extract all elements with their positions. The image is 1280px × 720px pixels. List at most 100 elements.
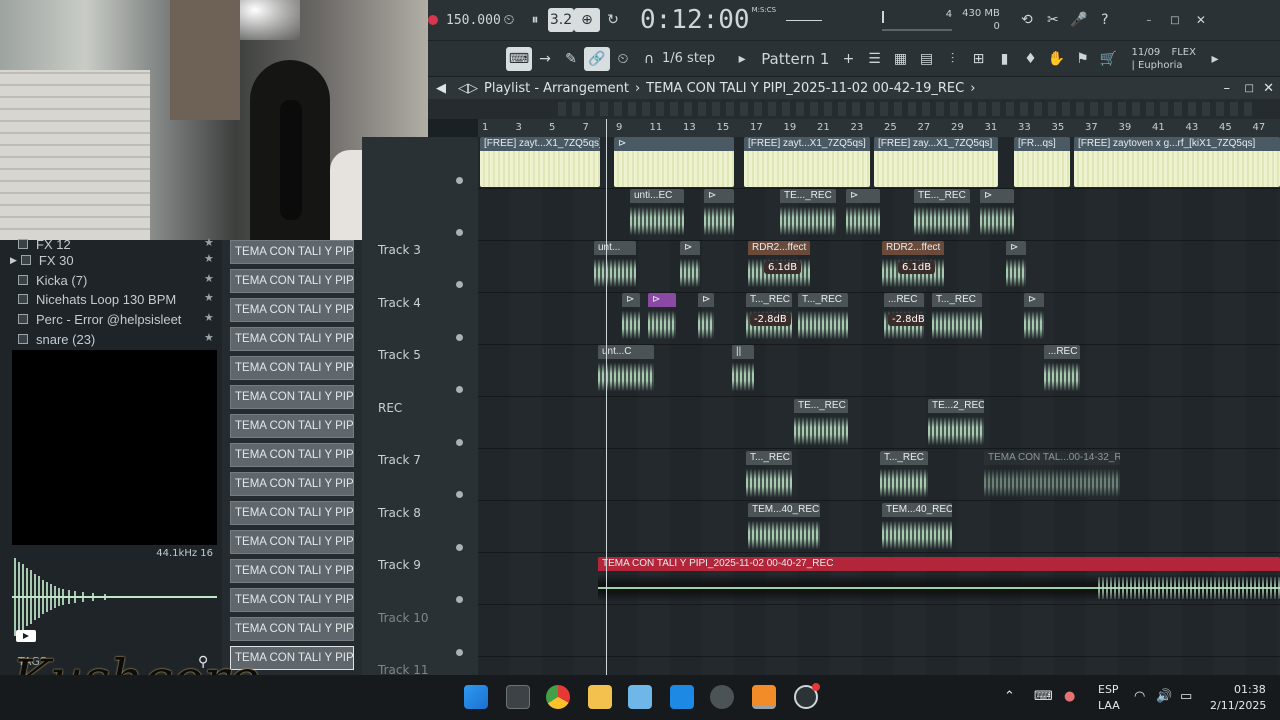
undo-icon[interactable]: ⟲ bbox=[1014, 8, 1040, 32]
blend-notes-icon[interactable]: ⊕ bbox=[574, 8, 600, 32]
track-label[interactable]: Track 3 bbox=[378, 243, 421, 257]
track-row-10[interactable] bbox=[478, 605, 1280, 657]
play-arrow-icon[interactable]: ▸ bbox=[729, 47, 755, 71]
picker-clip-item[interactable]: TEMA CON TALI Y PIPI_20... bbox=[230, 530, 354, 554]
picker-clip-item[interactable]: TEMA CON TALI Y PIPI_20... bbox=[230, 385, 354, 409]
clip[interactable]: [FREE] zaytoven x g...rf_[kiX1_7ZQ5qs] bbox=[1074, 137, 1280, 187]
clip[interactable]: T..._REC bbox=[932, 293, 982, 343]
track-label[interactable]: Track 10 bbox=[378, 611, 428, 625]
track-enable-led[interactable] bbox=[456, 648, 463, 656]
clip[interactable]: ⊳ bbox=[680, 241, 700, 291]
clip[interactable]: [FREE] zay...X1_7ZQ5qs] bbox=[874, 137, 998, 187]
tempo-display[interactable]: 150.000 bbox=[446, 13, 501, 28]
link-icon[interactable]: 🔗 bbox=[584, 46, 610, 71]
arrangement-name[interactable]: TEMA CON TALI Y PIPI_2025-11-02 00-42-19… bbox=[646, 81, 964, 96]
picker-clip-item[interactable]: TEMA CON TALI Y PIPI_20... bbox=[230, 443, 354, 467]
track-row-5[interactable]: unt...C || ...REC bbox=[478, 345, 1280, 397]
timeline-ruler[interactable]: 1 3 5 7 9 11 13 15 17 19 21 23 25 27 29 31 33 35 37 39 41 43 4… bbox=[478, 119, 1280, 137]
task-view-icon[interactable] bbox=[506, 685, 530, 709]
windows-start-icon[interactable] bbox=[464, 685, 488, 709]
track-row-9[interactable]: TEMA CON TALI Y PIPI_2025-11-02 00-40-27… bbox=[478, 553, 1280, 605]
browser-folder[interactable]: snare (23) bbox=[18, 329, 95, 349]
picker-clip-item[interactable]: TEMA CON TALI Y PIPI_20... bbox=[230, 414, 354, 438]
picker-clip-item[interactable]: TEMA CON TALI Y PIPI_20... bbox=[230, 269, 354, 293]
keyboard-icon[interactable]: ⌨ bbox=[1034, 689, 1053, 704]
track-label[interactable]: Track 8 bbox=[378, 506, 421, 520]
microphone-tray-icon[interactable]: ● bbox=[1064, 689, 1075, 704]
battery-icon[interactable]: ▭ bbox=[1180, 689, 1192, 704]
microphone-icon[interactable]: 🎤 bbox=[1066, 8, 1092, 32]
notepad-icon[interactable] bbox=[670, 685, 694, 709]
track-row-4[interactable]: ⊳ ⊳ ⊳ T..._REC -2.8dB T..._REC ...REC -2.8… bbox=[478, 293, 1280, 345]
star-icon[interactable]: ★ bbox=[204, 272, 214, 285]
clip[interactable]: RDR2...ffect 6.1dB bbox=[748, 241, 810, 291]
loop-record-icon[interactable]: ↻ bbox=[600, 8, 626, 32]
language-indicator[interactable]: ESP bbox=[1098, 683, 1119, 696]
clock-date[interactable]: 2/11/2025 bbox=[1210, 699, 1266, 712]
chevron-up-icon[interactable]: ⌃ bbox=[1004, 689, 1015, 704]
star-icon[interactable]: ★ bbox=[204, 311, 214, 324]
track-enable-led[interactable] bbox=[456, 438, 463, 446]
record-button[interactable] bbox=[428, 15, 438, 25]
track-enable-led[interactable] bbox=[456, 333, 463, 341]
playlist-icon[interactable]: ☰ bbox=[861, 47, 887, 71]
wifi-icon[interactable]: ◠ bbox=[1134, 689, 1145, 704]
clip[interactable]: ⊳ bbox=[704, 189, 734, 239]
channel-rack-icon[interactable]: ▤ bbox=[913, 47, 939, 71]
piano-roll-icon[interactable]: ▦ bbox=[887, 47, 913, 71]
picker-clip-item[interactable]: TEMA CON TALI Y PIPI_20... bbox=[230, 356, 354, 380]
track-label[interactable]: REC bbox=[378, 401, 402, 415]
playhead[interactable] bbox=[606, 119, 607, 675]
track-enable-led[interactable] bbox=[456, 491, 463, 498]
track-row-3[interactable]: unt... ⊳ RDR2...ffect 6.1dB RDR2...ffect 6… bbox=[478, 241, 1280, 293]
clip[interactable]: TE...2_REC bbox=[928, 399, 984, 449]
playlist-grid[interactable]: [FREE] zayt...X1_7ZQ5qs] ⊳ [FREE] zayt..… bbox=[478, 137, 1280, 675]
browser-icon[interactable]: ⊞ bbox=[965, 47, 991, 71]
clip[interactable]: [FR...qs] bbox=[1014, 137, 1070, 187]
wait-input-icon[interactable]: ⏸ bbox=[522, 8, 548, 32]
hint-icon[interactable]: ⚑ bbox=[1069, 47, 1095, 71]
picker-clip-item[interactable]: TEMA CON TALI Y PIPI_20... bbox=[230, 240, 354, 264]
clip[interactable]: TEM...40_REC bbox=[748, 503, 820, 553]
clip[interactable]: unt... bbox=[594, 241, 636, 291]
minimize-icon[interactable]: – bbox=[1224, 81, 1231, 96]
browser-folder[interactable]: Nicehats Loop 130 BPM bbox=[18, 289, 176, 309]
draw-icon[interactable]: ✎ bbox=[558, 47, 584, 71]
song-time[interactable]: 0:12:00 bbox=[640, 5, 750, 35]
help-icon[interactable]: ? bbox=[1092, 8, 1118, 32]
track-label[interactable]: Track 5 bbox=[378, 348, 421, 362]
snap-selector[interactable]: 1/6 step bbox=[662, 51, 715, 66]
close-icon[interactable]: ✕ bbox=[1188, 8, 1214, 32]
clip[interactable]: [FREE] zayt...X1_7ZQ5qs] bbox=[480, 137, 600, 187]
clip-recording[interactable]: TEMA CON TALI Y PIPI_2025-11-02 00-40-27… bbox=[598, 557, 1280, 605]
typing-keyboard-icon[interactable]: ⌨ bbox=[506, 46, 532, 71]
metronome-small-icon[interactable]: ⏲ bbox=[610, 47, 636, 71]
cart-icon[interactable]: 🛒 bbox=[1095, 47, 1121, 71]
master-pitch-slider[interactable] bbox=[786, 19, 823, 21]
project-icon[interactable]: ▮ bbox=[991, 47, 1017, 71]
clip-muted[interactable]: TEMA CON TAL...00-14-32_REC bbox=[984, 451, 1120, 501]
clip[interactable]: TEM...40_REC bbox=[882, 503, 952, 553]
clock-time[interactable]: 01:38 bbox=[1234, 683, 1266, 696]
clip[interactable]: RDR2...ffect 6.1dB bbox=[882, 241, 944, 291]
file-explorer-icon[interactable] bbox=[588, 685, 612, 709]
chrome-icon[interactable] bbox=[546, 685, 570, 709]
playlist-back-icon[interactable]: ◀ bbox=[436, 81, 446, 96]
track-enable-led[interactable] bbox=[456, 177, 463, 184]
track-enable-led[interactable] bbox=[456, 386, 463, 393]
clip[interactable]: ...REC -2.8dB bbox=[884, 293, 924, 343]
clip[interactable]: || bbox=[732, 345, 754, 395]
picker-clip-item[interactable]: TEMA CON TALI Y PIPI_20... bbox=[230, 588, 354, 612]
plugin-icon[interactable]: ♦ bbox=[1017, 47, 1043, 71]
track-label[interactable]: Track 7 bbox=[378, 453, 421, 467]
browser-folder[interactable]: Kicka (7) bbox=[18, 270, 87, 290]
volume-icon[interactable]: 🔊 bbox=[1156, 689, 1172, 704]
track-enable-led[interactable] bbox=[456, 543, 463, 551]
arrow-right-icon[interactable]: → bbox=[532, 47, 558, 71]
track-row-8[interactable]: TEM...40_REC TEM...40_REC bbox=[478, 501, 1280, 553]
clip[interactable]: TE..._REC bbox=[794, 399, 848, 449]
track-row-7[interactable]: T..._REC T..._REC TEMA CON TAL...00-14-3… bbox=[478, 449, 1280, 501]
next-icon[interactable]: ▸ bbox=[1202, 47, 1228, 71]
pattern-selector[interactable]: Pattern 1 bbox=[761, 50, 829, 68]
metronome-icon[interactable]: ⏲ bbox=[496, 8, 522, 32]
